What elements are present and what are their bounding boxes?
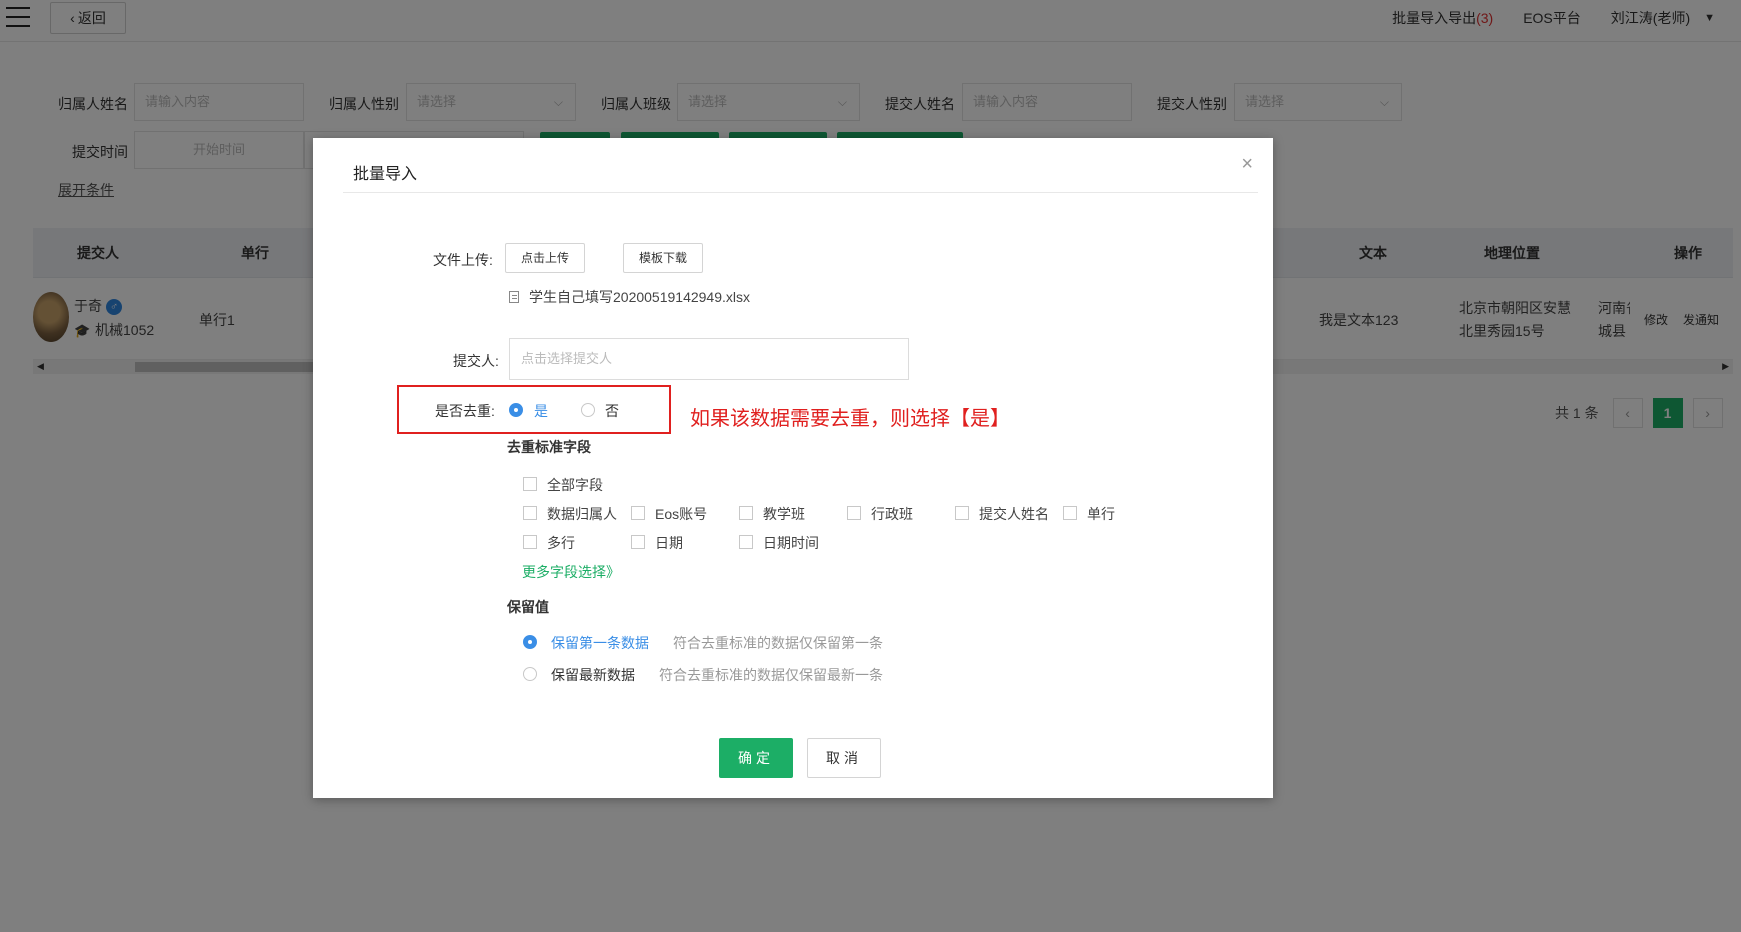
dedup-fields-title: 去重标准字段	[507, 439, 591, 455]
field-date-checkbox[interactable]	[631, 535, 645, 549]
file-upload-label: 文件上传:	[433, 252, 493, 268]
batch-import-modal: 批量导入 × 文件上传: 点击上传 模板下载 学生自己填写20200519142…	[313, 138, 1273, 798]
field-owner-checkbox[interactable]	[523, 506, 537, 520]
keep-first-radio[interactable]	[523, 635, 537, 649]
modal-divider	[343, 192, 1258, 193]
modal-title: 批量导入	[353, 166, 418, 183]
field-multi-line-label[interactable]: 多行	[547, 533, 575, 553]
field-multi-line-checkbox[interactable]	[523, 535, 537, 549]
field-teaching-class-checkbox[interactable]	[739, 506, 753, 520]
dedup-label: 是否去重:	[435, 403, 495, 419]
keep-first-label[interactable]: 保留第一条数据	[551, 633, 649, 653]
confirm-button[interactable]: 确定	[719, 738, 793, 778]
dedup-yes-radio[interactable]	[509, 403, 523, 417]
field-admin-class-checkbox[interactable]	[847, 506, 861, 520]
dedup-yes-label[interactable]: 是	[534, 401, 548, 421]
field-teaching-class-label[interactable]: 教学班	[763, 504, 805, 524]
field-datetime-checkbox[interactable]	[739, 535, 753, 549]
annotation-text: 如果该数据需要去重，则选择【是】	[690, 408, 1010, 430]
field-submitter-name-checkbox[interactable]	[955, 506, 969, 520]
submitter-picker[interactable]: 点击选择提交人	[509, 338, 909, 380]
field-date-label[interactable]: 日期	[655, 533, 683, 553]
template-download-button[interactable]: 模板下载	[623, 243, 703, 273]
file-name: 学生自己填写20200519142949.xlsx	[529, 289, 751, 305]
keep-first-desc: 符合去重标准的数据仅保留第一条	[673, 635, 883, 651]
field-single-line-checkbox[interactable]	[1063, 506, 1077, 520]
field-eos-checkbox[interactable]	[631, 506, 645, 520]
dedup-no-label[interactable]: 否	[605, 401, 619, 421]
field-datetime-label[interactable]: 日期时间	[763, 533, 819, 553]
close-icon[interactable]: ×	[1241, 154, 1253, 174]
keep-latest-desc: 符合去重标准的数据仅保留最新一条	[659, 667, 883, 683]
field-admin-class-label[interactable]: 行政班	[871, 504, 913, 524]
keep-value-title: 保留值	[507, 599, 549, 615]
file-icon	[509, 291, 519, 303]
more-fields-link[interactable]: 更多字段选择》	[522, 562, 620, 582]
cancel-button[interactable]: 取消	[807, 738, 881, 778]
keep-latest-label[interactable]: 保留最新数据	[551, 665, 635, 685]
field-all-label[interactable]: 全部字段	[547, 475, 603, 495]
field-owner-label[interactable]: 数据归属人	[547, 504, 617, 524]
uploaded-file: 学生自己填写20200519142949.xlsx	[509, 287, 750, 307]
dedup-no-radio[interactable]	[581, 403, 595, 417]
submitter-label: 提交人:	[453, 353, 499, 369]
field-all-checkbox[interactable]	[523, 477, 537, 491]
upload-button[interactable]: 点击上传	[505, 243, 585, 273]
field-single-line-label[interactable]: 单行	[1087, 504, 1115, 524]
field-eos-label[interactable]: Eos账号	[655, 504, 707, 524]
field-submitter-name-label[interactable]: 提交人姓名	[979, 504, 1049, 524]
keep-latest-radio[interactable]	[523, 667, 537, 681]
